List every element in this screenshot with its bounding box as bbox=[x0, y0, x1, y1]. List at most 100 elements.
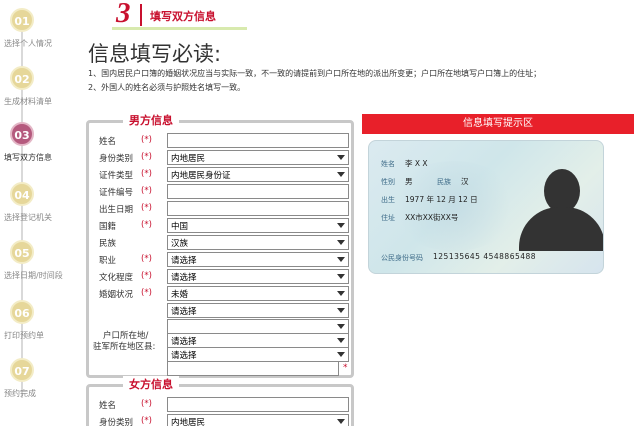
step-6: 06 打印预约单 bbox=[0, 300, 80, 360]
id-card-sample-image: 姓名 李 X X 性别 男 民族 汉 出生 1977 年 12 月 12 日 住… bbox=[368, 140, 604, 274]
notice-title: 信息填写必读: bbox=[88, 42, 222, 66]
field-row-marital: 婚姻状况 (*) 未婚 bbox=[89, 286, 351, 302]
male-occupation-select[interactable]: 请选择 bbox=[167, 252, 349, 267]
hukou-address-input[interactable] bbox=[167, 361, 339, 376]
female-form-legend: 女方信息 bbox=[123, 376, 179, 392]
step-number: 03 bbox=[10, 122, 34, 146]
required-mark: (*) bbox=[141, 254, 152, 264]
required-mark: (*) bbox=[141, 135, 152, 145]
step-7: 07 预约完成 bbox=[0, 358, 80, 418]
required-mark: (*) bbox=[141, 288, 152, 298]
hukou-street-select[interactable]: 请选择 bbox=[167, 347, 349, 362]
step-label: 选择日期/时间段 bbox=[4, 271, 63, 280]
field-label: 姓名 bbox=[99, 137, 117, 147]
field-row-occupation: 职业 (*) 请选择 bbox=[89, 252, 351, 268]
step-number: 01 bbox=[10, 8, 34, 32]
male-doc-number-input[interactable] bbox=[167, 184, 349, 199]
field-row-name: 姓名 (*) bbox=[89, 397, 351, 413]
step-label: 选择登记机关 bbox=[4, 213, 52, 222]
required-mark: * bbox=[343, 363, 348, 373]
hukou-address-row: * bbox=[89, 361, 351, 377]
step-label: 打印预约单 bbox=[4, 331, 44, 340]
step-label: 填写双方信息 bbox=[4, 153, 52, 162]
field-row-birth: 出生日期 (*) bbox=[89, 201, 351, 217]
required-mark: (*) bbox=[141, 186, 152, 196]
hukou-district-select[interactable]: 请选择 bbox=[167, 333, 349, 348]
field-row-name: 姓名 (*) bbox=[89, 133, 351, 149]
hukou-province-select[interactable]: 请选择 bbox=[167, 303, 349, 318]
card-label: 性别 bbox=[381, 178, 395, 186]
step-number: 04 bbox=[10, 182, 34, 206]
step-number: 05 bbox=[10, 240, 34, 264]
field-row-nationality: 国籍 (*) 中国 bbox=[89, 218, 351, 234]
card-label: 姓名 bbox=[381, 160, 395, 168]
male-ethnicity-select[interactable]: 汉族 bbox=[167, 235, 349, 250]
hint-area-title: 信息填写提示区 bbox=[362, 114, 634, 134]
field-label: 证件类型 bbox=[99, 171, 134, 181]
male-doc-type-select[interactable]: 内地居民身份证 bbox=[167, 167, 349, 182]
banner-title: 填写双方信息 bbox=[142, 4, 242, 26]
field-row-education: 文化程度 (*) 请选择 bbox=[89, 269, 351, 285]
required-mark: (*) bbox=[141, 169, 152, 179]
male-info-form: 男方信息 姓名 (*) 身份类别 (*) 内地居民 证件类型 (*) 内地居民身… bbox=[86, 112, 354, 378]
male-form-legend: 男方信息 bbox=[123, 112, 179, 128]
step-2: 02 生成材料清单 bbox=[0, 66, 80, 126]
field-label: 身份类别 bbox=[99, 154, 134, 164]
male-marital-status-select[interactable]: 未婚 bbox=[167, 286, 349, 301]
male-education-select[interactable]: 请选择 bbox=[167, 269, 349, 284]
field-label: 姓名 bbox=[99, 401, 117, 411]
step-number: 02 bbox=[10, 66, 34, 90]
step-label: 选择个人情况 bbox=[4, 39, 52, 48]
card-value: 125135645 4548865488 bbox=[433, 252, 537, 261]
required-mark: (*) bbox=[141, 399, 152, 409]
field-row-doc-type: 证件类型 (*) 内地居民身份证 bbox=[89, 167, 351, 183]
field-row-ethnicity: 民族 汉族 bbox=[89, 235, 351, 251]
field-label: 出生日期 bbox=[99, 205, 134, 215]
male-birth-date-input[interactable] bbox=[167, 201, 349, 216]
field-label: 婚姻状况 bbox=[99, 290, 134, 300]
step-number: 07 bbox=[10, 358, 34, 382]
required-mark: (*) bbox=[141, 220, 152, 230]
required-mark: (*) bbox=[141, 271, 152, 281]
step-label: 生成材料清单 bbox=[4, 97, 52, 106]
field-label: 国籍 bbox=[99, 222, 117, 232]
male-nationality-select[interactable]: 中国 bbox=[167, 218, 349, 233]
required-mark: (*) bbox=[141, 203, 152, 213]
field-row-doc-no: 证件编号 (*) bbox=[89, 184, 351, 200]
female-identity-type-select[interactable]: 内地居民 bbox=[167, 414, 349, 426]
card-label: 出生 bbox=[381, 196, 395, 204]
field-row-identity-type: 身份类别 (*) 内地居民 bbox=[89, 414, 351, 426]
male-name-input[interactable] bbox=[167, 133, 349, 148]
card-value: XX市XX街XX号 bbox=[405, 213, 459, 222]
banner-step-number: 3 bbox=[116, 0, 131, 29]
step-rail: 01 选择个人情况 02 生成材料清单 03 填写双方信息 04 选择登记机关 … bbox=[0, 0, 80, 426]
female-name-input[interactable] bbox=[167, 397, 349, 412]
notice-line-1: 1、国内居民户口簿的婚姻状况应当与实际一致，不一致的请提前到户口所在地的派出所变… bbox=[88, 69, 542, 78]
field-label: 文化程度 bbox=[99, 273, 134, 283]
step-label: 预约完成 bbox=[4, 389, 36, 398]
notice-line-2: 2、外国人的姓名必须与护照姓名填写一致。 bbox=[88, 83, 246, 92]
card-value: 1977 年 12 月 12 日 bbox=[405, 195, 478, 204]
step-3-active: 03 填写双方信息 bbox=[0, 122, 80, 182]
card-label: 民族 bbox=[437, 178, 451, 186]
step-5: 05 选择日期/时间段 bbox=[0, 240, 80, 300]
card-label: 公民身份号码 bbox=[381, 254, 423, 262]
field-row-identity-type: 身份类别 (*) 内地居民 bbox=[89, 150, 351, 166]
card-value: 男 bbox=[405, 177, 413, 186]
card-value: 汉 bbox=[461, 177, 469, 186]
portrait-silhouette bbox=[519, 207, 603, 251]
card-label: 住址 bbox=[381, 214, 395, 222]
field-label: 身份类别 bbox=[99, 418, 134, 426]
female-info-form: 女方信息 姓名 (*) 身份类别 (*) 内地居民 bbox=[86, 376, 354, 426]
step-number: 06 bbox=[10, 300, 34, 324]
required-mark: (*) bbox=[141, 152, 152, 162]
field-label: 民族 bbox=[99, 239, 117, 249]
step-banner: 3 填写双方信息 bbox=[112, 0, 247, 30]
male-identity-type-select[interactable]: 内地居民 bbox=[167, 150, 349, 165]
hukou-select-row-1: 请选择 bbox=[89, 303, 351, 319]
field-label: 证件编号 bbox=[99, 188, 134, 198]
card-value: 李 X X bbox=[405, 159, 428, 168]
required-mark: (*) bbox=[141, 416, 152, 426]
step-4: 04 选择登记机关 bbox=[0, 182, 80, 242]
field-label: 职业 bbox=[99, 256, 117, 266]
